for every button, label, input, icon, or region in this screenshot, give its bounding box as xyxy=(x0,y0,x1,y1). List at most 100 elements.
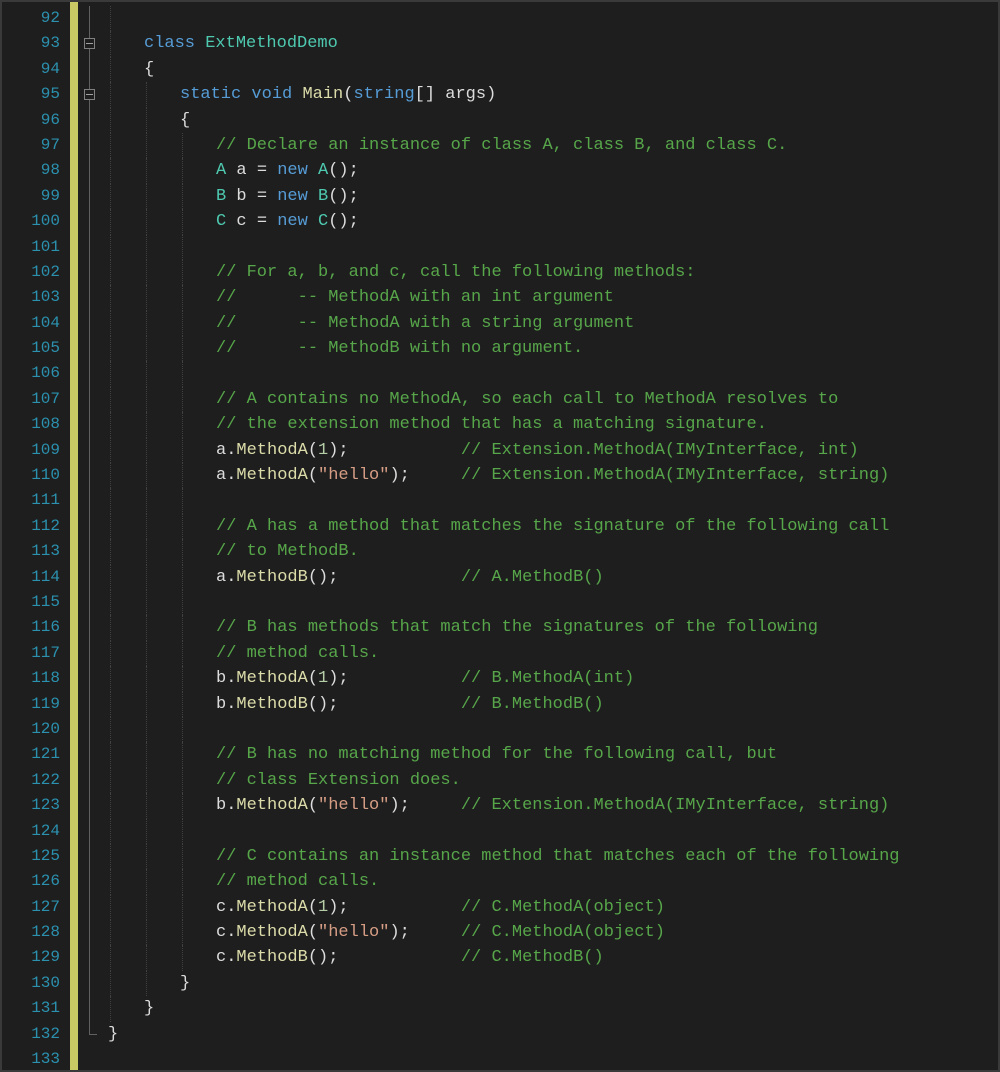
code-line-content: // method calls. xyxy=(108,872,379,891)
code-line-content: // Declare an instance of class A, class… xyxy=(108,136,787,155)
line-number: 125 xyxy=(2,844,70,869)
token-pn: = xyxy=(257,187,267,206)
token-pn: ); xyxy=(328,898,461,917)
code-line[interactable]: // to MethodB. xyxy=(104,539,998,564)
code-line[interactable]: C c = new C(); xyxy=(104,209,998,234)
code-line-content xyxy=(108,491,216,510)
outline-cell xyxy=(78,615,104,640)
code-line[interactable]: // the extension method that has a match… xyxy=(104,412,998,437)
outline-cell xyxy=(78,209,104,234)
code-line[interactable]: b.MethodA("hello"); // Extension.MethodA… xyxy=(104,793,998,818)
token-plain xyxy=(226,161,236,180)
token-pn: ); xyxy=(389,466,460,485)
code-line[interactable]: // -- MethodB with no argument. xyxy=(104,336,998,361)
code-line[interactable]: } xyxy=(104,1022,998,1047)
code-line[interactable]: // -- MethodA with an int argument xyxy=(104,285,998,310)
code-line-content: class ExtMethodDemo xyxy=(108,34,338,53)
token-kw: new xyxy=(277,161,308,180)
code-line[interactable]: a.MethodB(); // A.MethodB() xyxy=(104,565,998,590)
code-editor[interactable]: 9293949596979899100101102103104105106107… xyxy=(0,0,1000,1072)
code-line-content: a.MethodA(1); // Extension.MethodA(IMyIn… xyxy=(108,441,859,460)
outline-cell xyxy=(78,336,104,361)
token-pn: . xyxy=(226,568,236,587)
outline-cell xyxy=(78,793,104,818)
code-line[interactable]: { xyxy=(104,108,998,133)
code-line[interactable]: // A has a method that matches the signa… xyxy=(104,514,998,539)
line-number: 94 xyxy=(2,57,70,82)
code-line[interactable]: a.MethodA("hello"); // Extension.MethodA… xyxy=(104,463,998,488)
code-line[interactable] xyxy=(104,488,998,513)
code-line-content xyxy=(108,238,216,257)
outline-cell xyxy=(78,6,104,31)
line-number: 113 xyxy=(2,539,70,564)
code-area[interactable]: class ExtMethodDemo {static void Main(str… xyxy=(104,2,998,1070)
token-cmt: // the extension method that has a match… xyxy=(216,415,767,434)
token-pn: . xyxy=(226,441,236,460)
code-line[interactable]: // -- MethodA with a string argument xyxy=(104,311,998,336)
code-line[interactable] xyxy=(104,590,998,615)
code-line[interactable]: } xyxy=(104,971,998,996)
code-line-content: c.MethodB(); // C.MethodB() xyxy=(108,948,604,967)
outline-fold-column[interactable] xyxy=(78,2,104,1070)
token-pn: . xyxy=(226,923,236,942)
token-cmt: // Extension.MethodA(IMyInterface, strin… xyxy=(461,466,889,485)
token-cmt: // to MethodB. xyxy=(216,542,359,561)
line-number: 124 xyxy=(2,819,70,844)
token-pn: [] xyxy=(415,85,446,104)
code-line[interactable]: { xyxy=(104,57,998,82)
code-line-content: b.MethodA("hello"); // Extension.MethodA… xyxy=(108,796,889,815)
line-number-gutter: 9293949596979899100101102103104105106107… xyxy=(2,2,70,1070)
code-line[interactable]: // Declare an instance of class A, class… xyxy=(104,133,998,158)
outline-cell xyxy=(78,184,104,209)
token-cmt: // A contains no MethodA, so each call t… xyxy=(216,390,838,409)
token-cmt: // Declare an instance of class A, class… xyxy=(216,136,787,155)
code-line[interactable]: b.MethodA(1); // B.MethodA(int) xyxy=(104,666,998,691)
code-line-content: // method calls. xyxy=(108,644,379,663)
token-kw: new xyxy=(277,187,308,206)
code-line[interactable]: static void Main(string[] args) xyxy=(104,82,998,107)
code-line[interactable]: // C contains an instance method that ma… xyxy=(104,844,998,869)
token-num: 1 xyxy=(318,669,328,688)
code-line[interactable]: // method calls. xyxy=(104,869,998,894)
outline-cell xyxy=(78,945,104,970)
code-line[interactable]: b.MethodB(); // B.MethodB() xyxy=(104,692,998,717)
code-line[interactable] xyxy=(104,717,998,742)
code-line-content xyxy=(108,593,216,612)
outline-cell xyxy=(78,565,104,590)
code-line[interactable] xyxy=(104,6,998,31)
outline-cell xyxy=(78,361,104,386)
token-str: "hello" xyxy=(318,466,389,485)
token-mth: MethodA xyxy=(236,898,307,917)
code-line[interactable]: // A contains no MethodA, so each call t… xyxy=(104,387,998,412)
code-line[interactable]: // B has no matching method for the foll… xyxy=(104,742,998,767)
fold-toggle-icon[interactable] xyxy=(84,38,95,49)
line-number: 127 xyxy=(2,895,70,920)
line-number: 117 xyxy=(2,641,70,666)
code-line[interactable] xyxy=(104,361,998,386)
code-line[interactable]: c.MethodB(); // C.MethodB() xyxy=(104,945,998,970)
token-cmt: // C contains an instance method that ma… xyxy=(216,847,900,866)
code-line-content: c.MethodA("hello"); // C.MethodA(object) xyxy=(108,923,665,942)
token-cmt: // -- MethodB with no argument. xyxy=(216,339,583,358)
outline-cell xyxy=(78,514,104,539)
code-line[interactable] xyxy=(104,235,998,260)
fold-toggle-icon[interactable] xyxy=(84,89,95,100)
code-line[interactable]: class ExtMethodDemo xyxy=(104,31,998,56)
token-pn: ( xyxy=(308,669,318,688)
code-line[interactable]: // B has methods that match the signatur… xyxy=(104,615,998,640)
code-line[interactable]: c.MethodA("hello"); // C.MethodA(object) xyxy=(104,920,998,945)
line-number: 133 xyxy=(2,1047,70,1072)
code-line[interactable]: } xyxy=(104,996,998,1021)
code-line[interactable]: B b = new B(); xyxy=(104,184,998,209)
line-number: 93 xyxy=(2,31,70,56)
token-mth: MethodA xyxy=(236,669,307,688)
code-line[interactable]: // class Extension does. xyxy=(104,768,998,793)
code-line[interactable]: c.MethodA(1); // C.MethodA(object) xyxy=(104,895,998,920)
code-line[interactable]: A a = new A(); xyxy=(104,158,998,183)
code-line[interactable]: // For a, b, and c, call the following m… xyxy=(104,260,998,285)
code-line[interactable]: a.MethodA(1); // Extension.MethodA(IMyIn… xyxy=(104,438,998,463)
code-line[interactable]: // method calls. xyxy=(104,641,998,666)
code-line[interactable] xyxy=(104,1047,998,1072)
code-line[interactable] xyxy=(104,819,998,844)
line-number: 126 xyxy=(2,869,70,894)
